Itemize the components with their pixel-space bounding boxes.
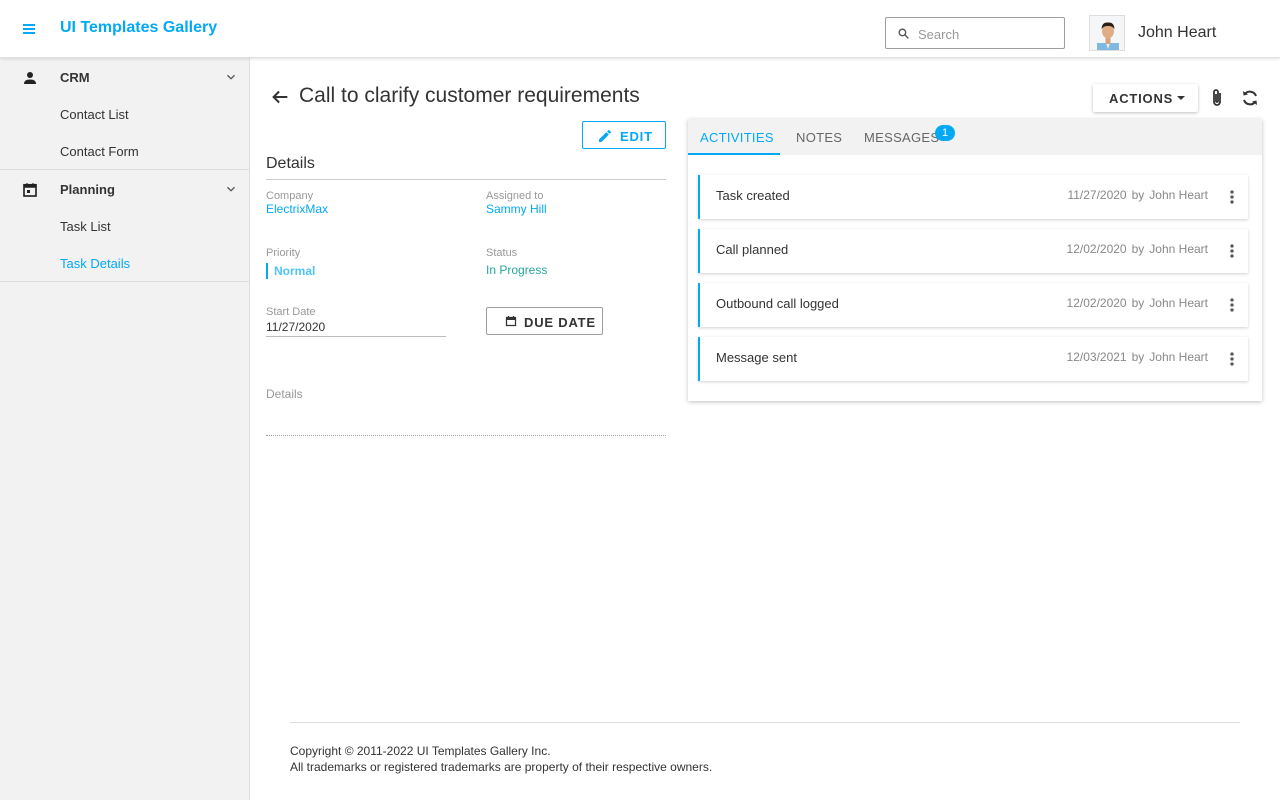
sidebar-group-label: CRM	[60, 70, 90, 85]
activity-author: John Heart	[1149, 242, 1208, 256]
activity-date: 12/03/2021	[1066, 350, 1127, 364]
app-title[interactable]: UI Templates Gallery	[60, 19, 217, 37]
messages-count-badge: 1	[935, 125, 955, 141]
due-date-button[interactable]: DUE DATE	[486, 307, 603, 335]
company-link[interactable]: ElectrixMax	[266, 202, 328, 216]
more-vertical-icon[interactable]	[1222, 349, 1242, 369]
sidebar-item-contact-form[interactable]: Contact Form	[0, 133, 250, 170]
pencil-icon	[599, 129, 612, 142]
activity-author: John Heart	[1149, 188, 1208, 202]
tab-messages[interactable]: MESSAGES 1	[852, 119, 962, 155]
activity-by: by	[1131, 350, 1145, 364]
activity-item[interactable]: Outbound call logged 12/02/2020 by John He…	[698, 283, 1248, 327]
actions-button[interactable]: ACTIONS	[1093, 84, 1198, 112]
activity-by: by	[1131, 188, 1145, 202]
activity-date: 12/02/2020	[1066, 296, 1127, 310]
sidebar-item-task-details[interactable]: Task Details	[0, 245, 250, 282]
activity-by: by	[1131, 242, 1145, 256]
user-name[interactable]: John Heart	[1138, 24, 1216, 42]
app-header: UI Templates Gallery John Heart	[0, 0, 1280, 58]
activity-author: John Heart	[1149, 296, 1208, 310]
search-icon	[898, 28, 909, 39]
tab-notes[interactable]: NOTES	[784, 119, 848, 155]
assigned-link[interactable]: Sammy Hill	[486, 202, 547, 216]
sidebar-group-crm[interactable]: CRM	[0, 58, 250, 96]
chevron-down-icon	[227, 186, 235, 192]
more-vertical-icon[interactable]	[1222, 295, 1242, 315]
search-box[interactable]	[885, 17, 1065, 49]
activity-title: Outbound call logged	[716, 296, 839, 311]
calendar-icon	[23, 183, 37, 197]
caret-down-icon	[1177, 96, 1185, 100]
tab-label: MESSAGES	[864, 130, 940, 145]
sidebar-divider	[0, 281, 250, 282]
chevron-down-icon	[227, 74, 235, 80]
assigned-label: Assigned to	[486, 190, 544, 202]
tab-activities[interactable]: ACTIVITIES	[688, 119, 780, 155]
sidebar-group-planning[interactable]: Planning	[0, 170, 250, 208]
more-vertical-icon[interactable]	[1222, 187, 1242, 207]
sidebar-item-label: Task List	[60, 219, 111, 234]
sidebar-item-label: Contact Form	[60, 144, 139, 159]
footer-copyright: Copyright © 2011-2022 UI Templates Galle…	[290, 744, 551, 758]
due-date-label: DUE DATE	[524, 315, 596, 330]
back-arrow-icon[interactable]	[269, 86, 291, 108]
footer-divider	[290, 722, 1240, 723]
details-divider	[266, 179, 666, 180]
more-vertical-icon[interactable]	[1222, 241, 1242, 261]
activity-title: Call planned	[716, 242, 789, 257]
priority-value: Normal	[266, 263, 315, 279]
activity-panel: ACTIVITIES NOTES MESSAGES 1 Task created…	[688, 119, 1262, 401]
details-field[interactable]	[266, 405, 666, 436]
avatar[interactable]	[1089, 15, 1125, 51]
sidebar-item-contact-list[interactable]: Contact List	[0, 96, 250, 133]
activity-meta: 11/27/2020 by John Heart	[1067, 188, 1208, 202]
activity-meta: 12/03/2021 by John Heart	[1067, 350, 1208, 364]
calendar-icon	[505, 316, 517, 327]
tab-label: NOTES	[796, 130, 843, 145]
attach-icon[interactable]	[1205, 86, 1229, 110]
actions-label: ACTIONS	[1109, 91, 1174, 106]
search-input[interactable]	[918, 24, 1058, 44]
company-label: Company	[266, 190, 314, 202]
details-field-label: Details	[266, 387, 303, 401]
priority-label: Priority	[266, 247, 301, 259]
details-section-title: Details	[266, 155, 315, 172]
activity-date: 11/27/2020	[1067, 188, 1127, 202]
start-date-label: Start Date	[266, 306, 316, 318]
activity-date: 12/02/2020	[1066, 242, 1127, 256]
edit-label: EDIT	[620, 129, 653, 144]
activity-author: John Heart	[1149, 350, 1208, 364]
sidebar-item-task-list[interactable]: Task List	[0, 208, 250, 245]
tab-bar: ACTIVITIES NOTES MESSAGES 1	[688, 119, 1262, 155]
sidebar-item-label: Task Details	[60, 256, 131, 271]
hamburger-menu-icon[interactable]	[17, 17, 41, 41]
activity-by: by	[1131, 296, 1145, 310]
edit-button[interactable]: EDIT	[582, 121, 666, 149]
activity-meta: 12/02/2020 by John Heart	[1067, 242, 1208, 256]
sidebar-group-label: Planning	[60, 182, 115, 197]
activity-meta: 12/02/2020 by John Heart	[1067, 296, 1208, 310]
sidebar-item-label: Contact List	[60, 107, 129, 122]
activity-title: Message sent	[716, 350, 797, 365]
refresh-icon[interactable]	[1238, 86, 1262, 110]
activity-item[interactable]: Call planned 12/02/2020 by John Heart	[698, 229, 1248, 273]
footer-trademarks: All trademarks or registered trademarks …	[290, 760, 713, 774]
status-value: In Progress	[486, 263, 548, 277]
tab-label: ACTIVITIES	[700, 130, 774, 145]
activity-title: Task created	[716, 188, 790, 203]
person-icon	[24, 72, 36, 84]
status-label: Status	[486, 247, 518, 259]
page-title: Call to clarify customer requirements	[299, 84, 640, 107]
activity-item[interactable]: Message sent 12/03/2021 by John Heart	[698, 337, 1248, 381]
start-date-field[interactable]	[266, 318, 446, 337]
activity-item[interactable]: Task created 11/27/2020 by John Heart	[698, 175, 1248, 219]
sidebar: CRM Contact List Contact Form Planning T…	[0, 58, 250, 800]
